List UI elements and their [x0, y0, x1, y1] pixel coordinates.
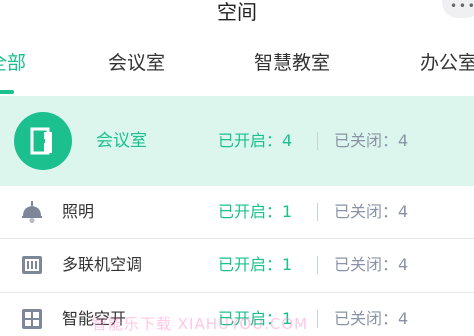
category-card-meeting-room[interactable]: 会议室 已开启：4 已关闭：4: [0, 96, 474, 186]
tab-smart-classroom-label: 智慧教室: [254, 52, 331, 74]
divider: [317, 310, 318, 328]
divider: [317, 203, 318, 221]
door-icon: [14, 112, 72, 170]
air-conditioner-icon: [20, 253, 44, 277]
tab-active-indicator: [0, 90, 14, 94]
tab-office-label: 办公室: [420, 52, 474, 74]
tab-smart-classroom[interactable]: 智慧教室: [254, 50, 330, 76]
tab-office[interactable]: 办公室: [420, 50, 474, 76]
circuit-breaker-icon: [20, 307, 44, 331]
lamp-icon: [20, 200, 44, 224]
category-on-count: 已开启：4: [218, 131, 293, 150]
device-row-lighting[interactable]: 照明 已开启：1 已关闭：4: [0, 186, 474, 239]
divider: [317, 132, 318, 150]
tab-all-label: 全部: [0, 52, 27, 74]
tab-bar: 全部 会议室 智慧教室 办公室: [0, 40, 474, 94]
tab-all[interactable]: 全部: [0, 50, 27, 94]
device-off-count: 已关闭：4: [334, 202, 409, 221]
device-off-count: 已关闭：4: [334, 255, 409, 274]
device-on-count: 已开启：1: [218, 202, 293, 221]
divider: [317, 256, 318, 274]
tab-meeting-room-label: 会议室: [108, 52, 166, 74]
device-row-air-conditioner[interactable]: 多联机空调 已开启：1 已关闭：4: [0, 239, 474, 292]
ellipsis-icon: • • •: [450, 0, 474, 13]
header-bar: 空间 • • •: [0, 0, 474, 40]
device-on-count: 已开启：1: [218, 255, 293, 274]
page-title: 空间: [217, 0, 257, 24]
category-name: 会议室: [96, 131, 147, 151]
category-off-count: 已关闭：4: [334, 131, 409, 150]
device-name: 多联机空调: [62, 255, 143, 274]
tab-meeting-room[interactable]: 会议室: [108, 50, 165, 76]
device-off-count: 已关闭：4: [334, 309, 409, 328]
device-name: 照明: [62, 202, 95, 221]
watermark: 智能乐下载 XIAHUYOU.COM: [92, 315, 309, 333]
